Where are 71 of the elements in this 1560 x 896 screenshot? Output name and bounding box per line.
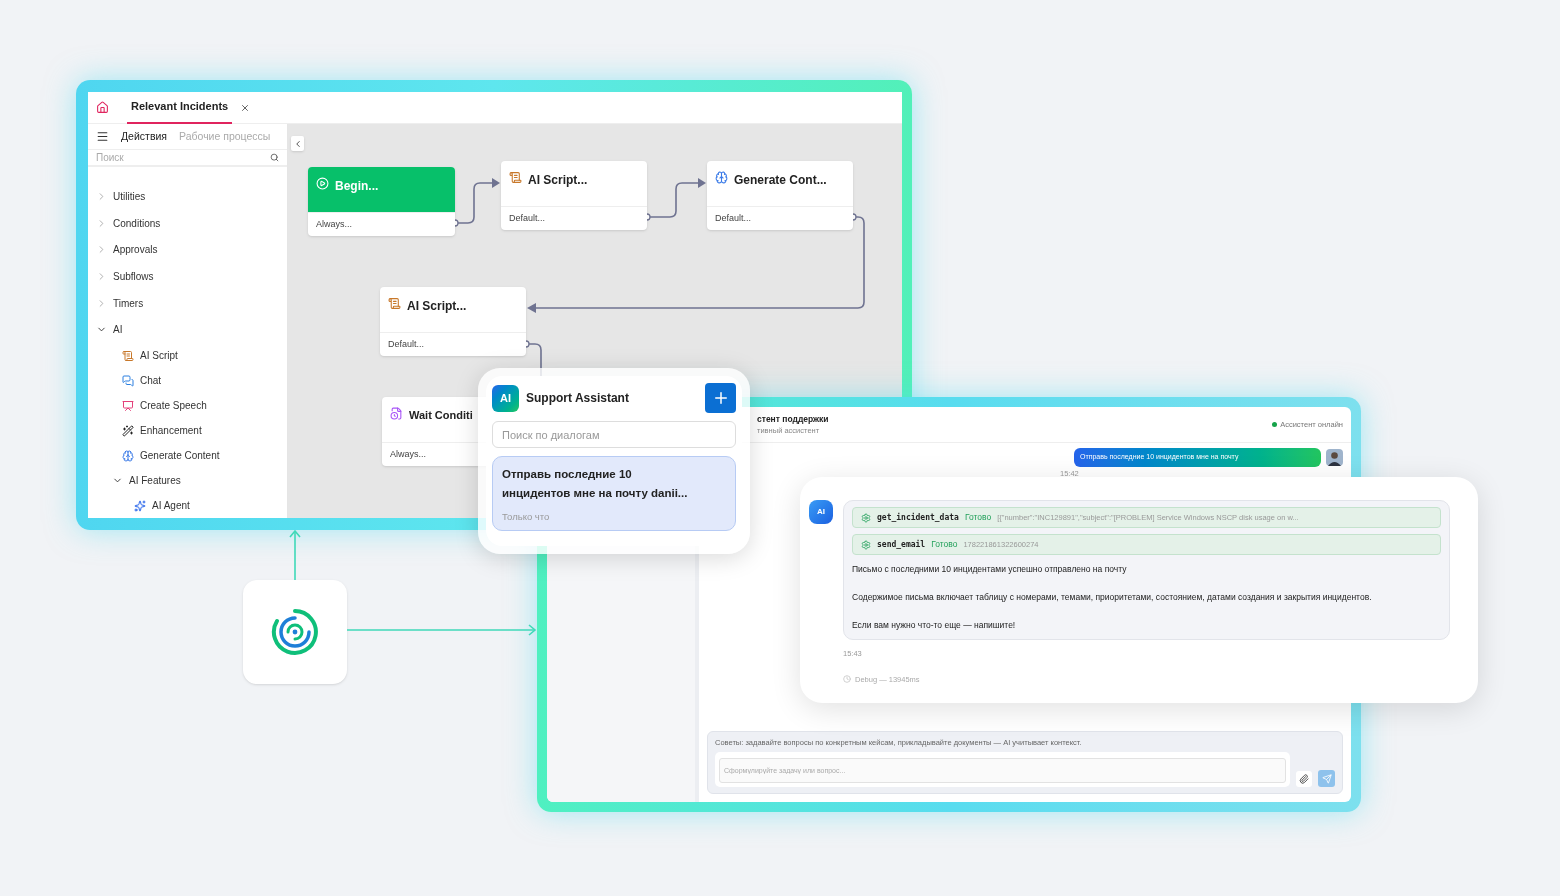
paperclip-icon	[1299, 774, 1309, 784]
tree-item[interactable]: AI	[88, 316, 287, 343]
tool-name: send_email	[877, 538, 926, 551]
node-footer: Always...	[390, 447, 426, 462]
tree-item[interactable]: Create Speech	[88, 393, 287, 418]
tree-item[interactable]: Chat	[88, 368, 287, 393]
search-field[interactable]: Поиск	[96, 150, 246, 166]
node-title: Generate Cont...	[734, 172, 827, 189]
wand-icon	[122, 424, 134, 437]
dialog-item[interactable]: Отправь последние 10 инцидентов мне на почту danii... Только что	[492, 456, 736, 532]
node-title: AI Script...	[528, 172, 588, 189]
scroll-icon	[122, 349, 134, 362]
node-title: Begin...	[335, 178, 379, 195]
new-chat-button[interactable]	[705, 383, 736, 413]
chat-title: стент поддержки	[757, 412, 829, 426]
workflow-node[interactable]: AI Script... Default...	[380, 287, 526, 356]
swirl-logo	[270, 607, 320, 657]
tab[interactable]: Relevant Incidents	[127, 92, 233, 124]
tool-name: get_incident_data	[877, 511, 959, 524]
close-icon[interactable]	[240, 102, 251, 113]
node-footer: Default...	[388, 337, 425, 352]
message-text: Письмо с последними 10 инцидентами успешно отправлено на почту	[852, 563, 1128, 576]
tree-item[interactable]: AI Agent	[88, 493, 287, 518]
assistant-title: Support Assistant	[526, 390, 630, 407]
dialog-title: Отправь последние 10 инцидентов мне на почту danii...	[502, 467, 689, 501]
tree-item[interactable]: Subflows	[88, 263, 287, 290]
connector-arrow	[289, 530, 301, 580]
chat-icon	[122, 374, 134, 387]
message-text: Содержимое письма включает таблицу с номерами, темами, приоритетами, состоянием, датами создания и закрытия инцидентов.	[852, 590, 1373, 604]
node-title: AI Script...	[407, 298, 467, 315]
ai-avatar: AI	[809, 500, 833, 524]
tree-item[interactable]: Utilities	[88, 183, 287, 211]
menu-icon[interactable]	[96, 130, 109, 144]
tree-item[interactable]: AI Script	[88, 343, 287, 368]
home-icon[interactable]	[96, 101, 109, 114]
scroll-icon	[388, 297, 401, 310]
workflow-node[interactable]: AI Script... Default...	[501, 161, 647, 230]
node-footer: Default...	[509, 211, 546, 226]
tree-item[interactable]: AI Features	[88, 468, 287, 493]
tree-item[interactable]: Timers	[88, 289, 287, 317]
brain-icon	[122, 449, 134, 462]
tree-item[interactable]: Approvals	[88, 236, 287, 264]
tree-item[interactable]: Generate Content	[88, 443, 287, 468]
workflow-node[interactable]: Begin... Always...	[308, 167, 455, 236]
send-icon	[1321, 773, 1332, 784]
brain-icon	[715, 171, 728, 184]
sparkles-icon	[134, 499, 146, 512]
avatar	[1326, 449, 1343, 466]
node-footer: Always...	[316, 217, 352, 232]
workflow-node[interactable]: Generate Cont... Default...	[707, 161, 853, 230]
speech-icon	[122, 399, 134, 412]
tool-status: Готово	[964, 511, 992, 524]
ai-badge: AI	[492, 384, 519, 412]
search-icon[interactable]	[270, 153, 279, 163]
collapse-button[interactable]	[291, 136, 304, 151]
tree-item[interactable]: Enhancement	[88, 418, 287, 443]
message-text: Если вам нужно что-то еще — напишите!	[852, 618, 1017, 632]
sidebar-tab[interactable]: Действия	[121, 128, 167, 145]
attach-button[interactable]	[1296, 771, 1312, 787]
scroll-icon	[509, 171, 522, 184]
tree-item[interactable]: Conditions	[88, 210, 287, 237]
dialog-time: Только что	[502, 510, 551, 524]
node-title: Wait Conditi	[409, 408, 473, 423]
document-icon	[390, 407, 403, 420]
search-field[interactable]: Поиск по диалогам	[492, 421, 736, 448]
gear-icon	[861, 539, 871, 550]
clock-icon	[843, 675, 851, 684]
tool-status: Готово	[931, 538, 958, 551]
node-footer: Default...	[715, 211, 752, 226]
gear-icon	[861, 512, 871, 523]
play-icon	[316, 177, 329, 190]
